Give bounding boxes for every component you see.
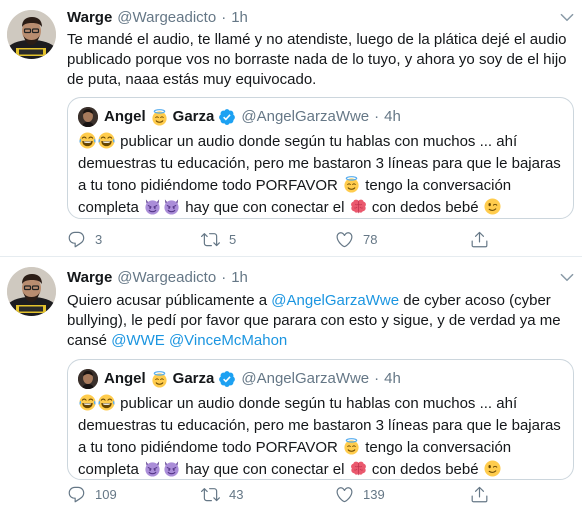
quoted-avatar[interactable] [78,107,98,127]
avatar[interactable] [7,267,56,316]
tweet-text: Quiero acusar públicamente a @AngelGarza… [67,291,567,351]
retweet-button[interactable]: 5 [201,229,236,249]
quoted-tweet-text: publicar un audio donde según tu hablas … [78,131,566,219]
tears-of-joy-icon [79,394,96,411]
share-icon [470,485,489,504]
separator-dot: · [221,269,227,286]
halo-icon [343,438,360,455]
like-count: 139 [363,486,385,502]
quoted-timestamp[interactable]: 4h [384,369,401,389]
quoted-text-part: con dedos bebé [367,199,483,216]
verified-badge-icon [218,108,236,126]
author-name[interactable]: Warge [67,8,112,28]
share-icon [470,230,489,249]
mention-link[interactable]: @VinceMcMahon [169,332,287,349]
wink-icon [484,198,501,215]
reply-icon [67,230,86,249]
quoted-tweet-text: publicar un audio donde según tu hablas … [78,393,566,481]
mention-link[interactable]: @AngelGarzaWwe [271,292,399,309]
tweet-text: Te mandé el audio, te llamé y no atendis… [67,31,567,88]
reply-count: 3 [95,231,103,247]
timestamp[interactable]: 1h [231,268,248,288]
like-button[interactable]: 78 [335,229,377,249]
separator-dot: · [374,370,380,387]
quoted-author-name-first[interactable]: Angel [104,369,146,389]
author-handle[interactable]: @Wargeadicto [117,268,216,288]
tweet-text-part: Quiero acusar públicamente a [67,292,272,309]
author-handle[interactable]: @Wargeadicto [117,8,216,28]
halo-icon [151,109,168,126]
tears-of-joy-icon [79,132,96,149]
timestamp[interactable]: 1h [231,8,248,28]
devil-icon [163,460,180,477]
avatar[interactable] [7,10,56,59]
tears-of-joy-icon [98,132,115,149]
tweet-actions: 3 5 78 [67,229,497,249]
verified-badge-icon [218,370,236,388]
reply-icon [67,485,86,504]
like-icon [335,485,354,504]
tears-of-joy-icon [98,394,115,411]
quoted-tweet[interactable]: Angel Garza @AngelGarzaWwe · 4h publicar… [67,359,574,480]
quoted-avatar[interactable] [78,369,98,389]
tweet-header: Warge @Wargeadicto · 1h [67,268,248,288]
quoted-text-part: hay que con conectar el [181,461,349,478]
quoted-author-name-last[interactable]: Garza [173,369,215,389]
share-button[interactable] [470,229,498,249]
quoted-author-handle[interactable]: @AngelGarzaWwe [241,107,369,127]
quoted-timestamp[interactable]: 4h [384,107,401,127]
quoted-text-part: hay que con conectar el [181,199,349,216]
retweet-count: 43 [229,486,244,502]
like-button[interactable]: 139 [335,484,385,504]
brain-icon [350,198,367,215]
retweet-icon [201,485,220,504]
quoted-tweet-header: Angel Garza @AngelGarzaWwe · 4h [78,107,401,127]
author-name[interactable]: Warge [67,268,112,288]
retweet-count: 5 [229,231,237,247]
chevron-down-icon[interactable] [558,268,576,286]
devil-icon [163,198,180,215]
reply-count: 109 [95,486,117,502]
share-button[interactable] [470,484,498,504]
devil-icon [144,460,161,477]
chevron-down-icon[interactable] [558,8,576,26]
quoted-author-handle[interactable]: @AngelGarzaWwe [241,369,369,389]
quoted-author-name-last[interactable]: Garza [173,107,215,127]
separator-dot: · [374,108,380,125]
devil-icon [144,198,161,215]
separator-dot: · [221,9,227,26]
reply-button[interactable]: 3 [67,229,102,249]
wink-icon [484,460,501,477]
retweet-button[interactable]: 43 [201,484,243,504]
quoted-author-name-first[interactable]: Angel [104,107,146,127]
tweet-header: Warge @Wargeadicto · 1h [67,8,248,28]
reply-button[interactable]: 109 [67,484,117,504]
quoted-tweet[interactable]: Angel Garza @AngelGarzaWwe · 4h publicar… [67,97,574,219]
tweet[interactable]: Warge @Wargeadicto · 1h Te mandé el audi… [0,0,582,256]
tweet[interactable]: Warge @Wargeadicto · 1h Quiero acusar pú… [0,257,582,515]
mention-link[interactable]: @WWE [111,332,165,349]
tweet-actions: 109 43 139 [67,484,497,504]
quoted-tweet-header: Angel Garza @AngelGarzaWwe · 4h [78,369,401,389]
like-icon [335,230,354,249]
halo-icon [343,176,360,193]
halo-icon [151,371,168,388]
brain-icon [350,460,367,477]
quoted-text-part: con dedos bebé [367,461,483,478]
retweet-icon [201,230,220,249]
like-count: 78 [363,231,378,247]
